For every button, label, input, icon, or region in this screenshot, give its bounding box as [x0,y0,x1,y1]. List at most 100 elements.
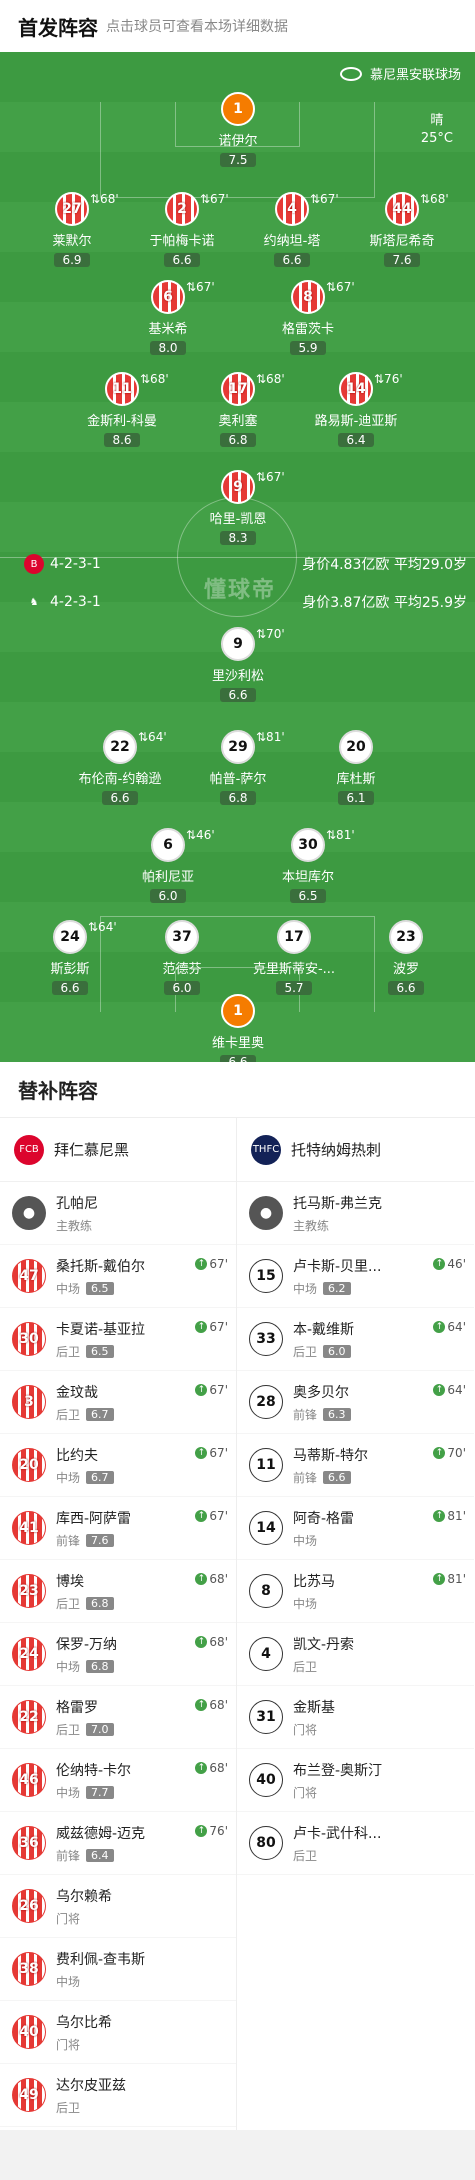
home-sub-row[interactable]: 30 卡夏诺-基亚拉 后卫 6.5 ↑ 67' [0,1308,236,1371]
away-player[interactable]: 17 克里斯蒂安-... 5.7 [234,920,354,996]
away-sub-row[interactable]: 80 卢卡-武什科... 后卫 [237,1812,474,1875]
coach-role: 主教练 [293,1218,330,1233]
away-sub-row[interactable]: 15 卢卡斯-贝里... 中场 6.2 ↑ 46' [237,1245,474,1308]
temperature: 25°C [420,131,453,146]
player-position: 后卫 6.5 [56,1343,145,1360]
home-player[interactable]: 1 诺伊尔 7.5 [178,92,298,168]
player-name: 帕利尼亚 [141,870,194,885]
away-sub-row[interactable]: 28 奥多贝尔 前锋 6.3 ↑ 64' [237,1371,474,1434]
shirt-number: 14 [249,1511,283,1545]
away-sub-row[interactable]: 11 马蒂斯-特尔 前锋 6.6 ↑ 70' [237,1434,474,1497]
player-rating: 5.7 [276,981,312,995]
home-sub-row[interactable]: 47 桑托斯-戴伯尔 中场 6.5 ↑ 67' [0,1245,236,1308]
home-sub-row[interactable]: 26 乌尔赖希 门将 [0,1875,236,1938]
away-sub-row[interactable]: 14 阿奇-格雷 中场 ↑ 81' [237,1497,474,1560]
away-sub-row[interactable]: 8 比苏马 中场 ↑ 81' [237,1560,474,1623]
away-player[interactable]: 9 ⇅70' 里沙利松 6.6 [178,627,298,703]
player-name: 维卡里奥 [211,1036,264,1051]
away-sub-row[interactable]: 4 凯文-丹索 后卫 [237,1623,474,1686]
player-position: 后卫 7.0 [56,1721,114,1738]
shirt-number: 49 [12,2078,46,2112]
home-player[interactable]: 2 ⇅67' 于帕梅卡诺 6.6 [122,192,242,268]
home-player[interactable]: 8 ⇅67' 格雷茨卡 5.9 [248,280,368,356]
header: 首发阵容 点击球员可查看本场详细数据 [0,0,475,52]
shirt-number: 24 [53,920,87,954]
sub-minute: ⇅64' [88,920,117,934]
away-team-row: ♞ 4-2-3-1 身价3.87亿欧 平均25.9岁 [0,590,475,614]
player-rating: 6.2 [323,1281,351,1295]
home-sub-row[interactable]: 41 库西-阿萨雷 前锋 7.6 ↑ 67' [0,1497,236,1560]
player-rating: 6.0 [323,1344,351,1358]
coach-name: 托马斯-弗兰克 [293,1195,383,1212]
shirt-number: 11 [105,372,139,406]
sub-in-arrow-icon: ↑ [433,1510,446,1522]
sub-minute: ⇅68' [256,372,285,386]
home-sub-row[interactable]: 3 金玟哉 后卫 6.7 ↑ 67' [0,1371,236,1434]
player-rating: 7.0 [86,1722,114,1736]
shirt-number: 1 [221,92,255,126]
shirt-number: 4 [249,1637,283,1671]
away-player[interactable]: 30 ⇅81' 本坦库尔 6.5 [248,828,368,904]
home-player[interactable]: 44 ⇅68' 斯塔尼希奇 7.6 [342,192,462,268]
sub-minute: ⇅68' [140,372,169,386]
away-sub-row[interactable]: 40 布兰登-奥斯汀 门将 [237,1749,474,1812]
home-coach-row[interactable]: ● 孔帕尼 主教练 [0,1182,236,1245]
away-player[interactable]: 23 波罗 6.6 [346,920,466,996]
coach-avatar: ● [249,1196,283,1230]
sub-minute: ⇅68' [420,192,449,206]
home-team-header[interactable]: FCB 拜仁慕尼黑 [0,1118,236,1182]
away-player[interactable]: 6 ⇅46' 帕利尼亚 6.0 [108,828,228,904]
player-name: 奥利塞 [218,414,258,429]
player-name: 博埃 [56,1573,84,1590]
footer [0,2130,475,2180]
player-rating: 6.3 [323,1407,351,1421]
player-rating: 6.6 [323,1470,351,1484]
home-player[interactable]: 6 ⇅67' 基米希 8.0 [108,280,228,356]
home-sub-row[interactable]: 36 威兹德姆-迈克 前锋 6.4 ↑ 76' [0,1812,236,1875]
home-player[interactable]: 11 ⇅68' 金斯利-科曼 8.6 [62,372,182,448]
home-sub-row[interactable]: 49 达尔皮亚兹 后卫 [0,2064,236,2127]
player-name: 斯塔尼希奇 [369,234,435,249]
away-player[interactable]: 22 ⇅64' 布伦南-约翰逊 6.6 [60,730,180,806]
away-player[interactable]: 1 维卡里奥 6.6 [178,994,298,1062]
home-sub-row[interactable]: 20 比约夫 中场 6.7 ↑ 67' [0,1434,236,1497]
home-player[interactable]: 4 ⇅67' 约纳坦-塔 6.6 [232,192,352,268]
shirt-number: 17 [221,372,255,406]
home-sub-row[interactable]: 38 费利佩-查韦斯 中场 [0,1938,236,2001]
sub-minute: ⇅67' [310,192,339,206]
player-position: 中场 6.7 [56,1469,114,1486]
home-sub-row[interactable]: 46 伦纳特-卡尔 中场 7.7 ↑ 68' [0,1749,236,1812]
away-sub-row[interactable]: 31 金斯基 门将 [237,1686,474,1749]
away-coach-row[interactable]: ● 托马斯-弗兰克 主教练 [237,1182,474,1245]
away-player[interactable]: 29 ⇅81' 帕普-萨尔 6.8 [178,730,298,806]
player-name: 达尔皮亚兹 [56,2077,126,2094]
away-team-header[interactable]: THFC 托特纳姆热刺 [237,1118,474,1182]
coach-role: 主教练 [56,1218,93,1233]
player-rating: 6.7 [86,1407,114,1421]
player-name: 比苏马 [293,1573,335,1590]
home-sub-row[interactable]: 22 格雷罗 后卫 7.0 ↑ 68' [0,1686,236,1749]
away-player[interactable]: 37 范德芬 6.0 [122,920,242,996]
shirt-number: 15 [249,1259,283,1293]
shirt-number: 33 [249,1322,283,1356]
player-rating: 6.6 [220,688,256,702]
away-player[interactable]: 20 库杜斯 6.1 [296,730,416,806]
home-sub-row[interactable]: 23 博埃 后卫 6.8 ↑ 68' [0,1560,236,1623]
player-name: 诺伊尔 [218,134,258,149]
home-player[interactable]: 27 ⇅68' 莱默尔 6.9 [12,192,132,268]
sub-minute: ⇅46' [186,828,215,842]
player-position: 中场 7.7 [56,1784,131,1801]
home-player[interactable]: 9 ⇅67' 哈里-凯恩 8.3 [178,470,298,546]
home-sub-row[interactable]: 40 乌尔比希 门将 [0,2001,236,2064]
away-sub-row[interactable]: 33 本-戴维斯 后卫 6.0 ↑ 64' [237,1308,474,1371]
home-sub-row[interactable]: 24 保罗-万纳 中场 6.8 ↑ 68' [0,1623,236,1686]
player-rating: 6.6 [274,253,310,267]
stadium-icon [339,66,362,81]
player-name: 基米希 [148,322,188,337]
away-player[interactable]: 24 ⇅64' 斯彭斯 6.6 [10,920,130,996]
sub-in-arrow-icon: ↑ [195,1321,208,1333]
home-player[interactable]: 17 ⇅68' 奥利塞 6.8 [178,372,298,448]
shirt-number: 24 [12,1637,46,1671]
player-name: 卢卡斯-贝里... [293,1258,382,1275]
home-player[interactable]: 14 ⇅76' 路易斯-迪亚斯 6.4 [296,372,416,448]
